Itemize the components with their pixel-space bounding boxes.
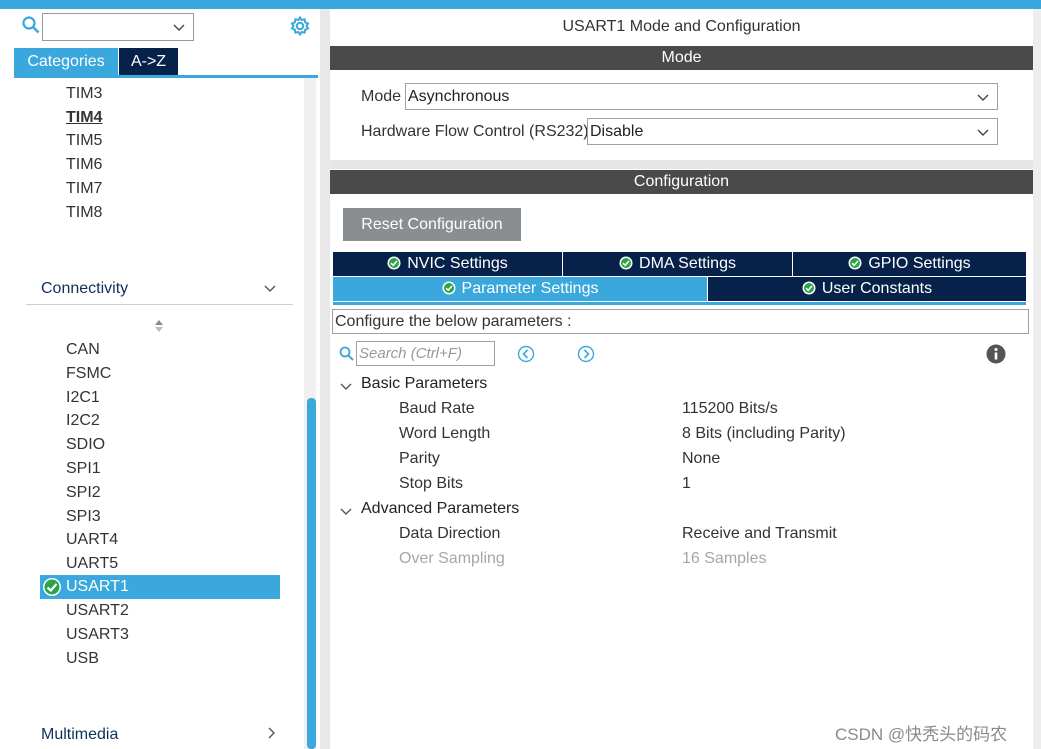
check-circle-icon [387,256,401,270]
chevron-down-icon[interactable] [977,126,989,138]
selected-item-label: USART1 [66,578,129,595]
param-name[interactable]: Word Length [399,425,490,443]
chevron-down-icon[interactable] [340,380,352,392]
tab-label: GPIO Settings [868,255,971,272]
check-circle-icon [848,256,862,270]
list-item[interactable]: TIM3 [66,84,102,104]
list-item[interactable]: TIM8 [66,203,102,223]
mode-select[interactable]: Asynchronous [405,83,998,110]
category-connectivity[interactable]: Connectivity [41,280,128,298]
info-icon[interactable] [986,344,1006,364]
param-name[interactable]: Parity [399,450,440,468]
list-item[interactable]: USART3 [66,625,129,645]
tab-categories[interactable]: Categories [14,48,118,75]
tab-label: DMA Settings [639,255,736,272]
list-item[interactable]: TIM6 [66,155,102,175]
tab-label: User Constants [821,280,933,297]
list-item[interactable]: TIM7 [66,179,102,199]
list-item[interactable]: SPI1 [66,459,101,479]
list-item[interactable]: TIM4 [66,108,102,128]
param-name[interactable]: Data Direction [399,525,500,543]
advanced-parameters-section[interactable]: Advanced Parameters [361,500,519,518]
tab-nvic-settings[interactable]: NVIC Settings [333,252,562,276]
tab-underline [333,302,1026,305]
param-value[interactable]: 115200 Bits/s [682,400,778,418]
list-item[interactable]: SDIO [66,435,105,455]
panel-splitter[interactable] [320,9,330,749]
flow-control-label: Hardware Flow Control (RS232) [361,123,589,140]
chevron-right-icon[interactable] [265,727,277,739]
next-icon[interactable] [577,345,595,363]
list-item[interactable]: TIM5 [66,131,102,151]
tab-underline [14,75,318,78]
mode-select-value: Asynchronous [408,88,510,105]
check-circle-icon [619,256,633,270]
search-icon [339,346,354,361]
list-item[interactable]: UART5 [66,554,118,574]
right-edge-bar [1033,9,1041,749]
list-item[interactable]: FSMC [66,364,111,384]
list-item[interactable]: USB [66,649,99,669]
list-item[interactable]: CAN [66,340,100,360]
previous-icon[interactable] [517,345,535,363]
search-combo[interactable] [42,13,194,41]
check-circle-icon [442,281,456,295]
mode-header: Mode [330,46,1033,70]
page-title: USART1 Mode and Configuration [562,18,801,35]
search-placeholder: Search (Ctrl+F) [359,345,462,362]
tab-gpio-settings[interactable]: GPIO Settings [793,252,1026,276]
tab-a-to-z[interactable]: A->Z [119,48,178,75]
gear-icon[interactable] [289,15,311,37]
check-circle-icon [802,281,816,295]
param-name[interactable]: Stop Bits [399,475,463,493]
param-value[interactable]: 8 Bits (including Parity) [682,425,846,443]
list-item[interactable]: I2C1 [66,388,100,408]
chevron-down-icon[interactable] [340,505,352,517]
param-value-disabled: 16 Samples [682,550,767,567]
section-divider [330,160,1033,169]
config-hint: Configure the below parameters : [332,309,1029,334]
param-name-disabled: Over Sampling [399,550,505,567]
param-value[interactable]: None [682,450,720,468]
list-item[interactable]: SPI3 [66,507,101,527]
flow-control-select[interactable]: Disable [587,118,998,145]
list-item-selected[interactable]: USART1 [40,575,280,599]
list-item[interactable]: SPI2 [66,483,101,503]
list-item[interactable]: UART4 [66,530,118,550]
mode-label: Mode [361,88,402,105]
search-icon[interactable] [22,16,40,34]
reset-configuration-button[interactable]: Reset Configuration [343,208,521,241]
tab-dma-settings[interactable]: DMA Settings [563,252,792,276]
param-name[interactable]: Baud Rate [399,400,475,418]
configuration-header: Configuration [330,170,1033,194]
tab-parameter-settings[interactable]: Parameter Settings [333,277,707,301]
divider [26,304,293,305]
list-item[interactable]: USART2 [66,601,129,621]
tab-user-constants[interactable]: User Constants [708,277,1026,301]
category-multimedia[interactable]: Multimedia [41,726,118,744]
chevron-down-icon[interactable] [264,282,276,294]
list-item[interactable]: I2C2 [66,411,100,431]
flow-control-select-value: Disable [590,123,644,140]
tab-label: Parameter Settings [461,280,599,297]
param-value[interactable]: 1 [682,475,691,493]
chevron-down-icon[interactable] [173,21,185,33]
chevron-down-icon[interactable] [977,91,989,103]
tab-label: NVIC Settings [407,255,508,272]
top-accent-bar [0,0,1041,9]
param-value[interactable]: Receive and Transmit [682,525,837,543]
basic-parameters-section[interactable]: Basic Parameters [361,375,487,393]
sort-icon[interactable] [154,319,164,333]
parameter-search-input[interactable]: Search (Ctrl+F) [356,341,495,366]
watermark: CSDN @快秃头的码农 [835,725,1008,744]
check-circle-icon [43,578,61,596]
left-panel [14,9,320,749]
scrollbar-thumb[interactable] [307,398,316,749]
